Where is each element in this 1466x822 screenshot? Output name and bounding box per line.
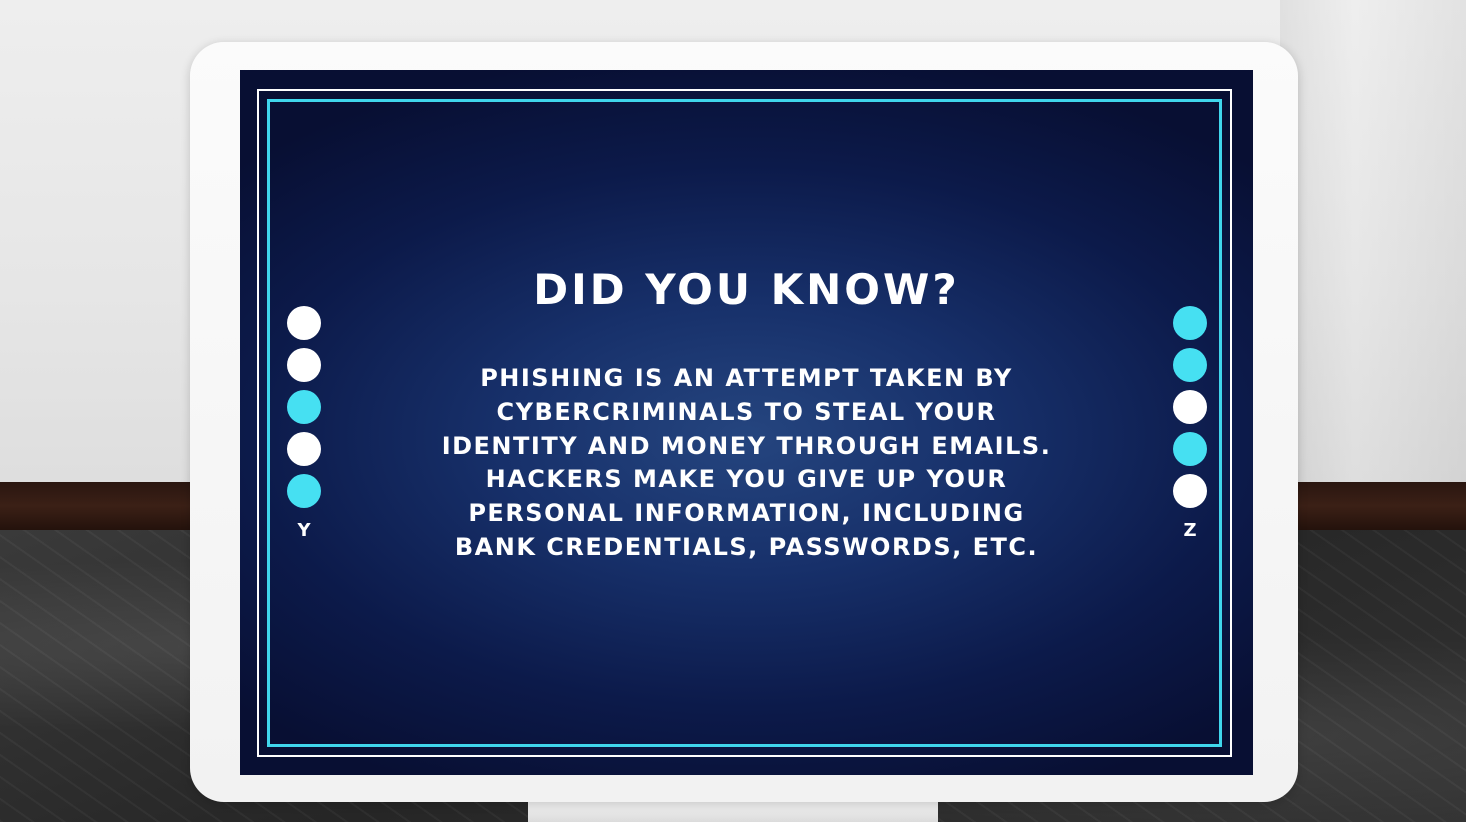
fact-line: IDENTITY AND MONEY THROUGH EMAILS. xyxy=(441,431,1052,460)
fact-line: BANK CREDENTIALS, PASSWORDS, ETC. xyxy=(454,532,1039,561)
cyan-indicator-dot xyxy=(1173,306,1207,340)
fact-line: CYBERCRIMINALS TO STEAL YOUR xyxy=(496,397,997,426)
white-indicator-dot xyxy=(287,348,321,382)
white-indicator-dot xyxy=(287,306,321,340)
fact-line: PERSONAL INFORMATION, INCLUDING xyxy=(468,499,1025,528)
cyan-indicator-dot xyxy=(287,474,321,508)
cyan-indicator-dot xyxy=(287,390,321,424)
right-indicator-label: Z xyxy=(1183,520,1197,541)
right-indicator-dots xyxy=(1173,306,1207,516)
white-indicator-dot xyxy=(287,432,321,466)
fact-line: PHISHING IS AN ATTEMPT TAKEN BY xyxy=(480,364,1013,392)
monitor-screen: DID YOU KNOW? PHISHING IS AN ATTEMPT TAK… xyxy=(240,70,1253,775)
did-you-know-title: DID YOU KNOW? xyxy=(533,265,960,314)
wall-corner-shadow xyxy=(1280,0,1466,482)
white-indicator-dot xyxy=(1173,390,1207,424)
cyan-indicator-dot xyxy=(1173,348,1207,382)
white-indicator-dot xyxy=(1173,474,1207,508)
left-indicator-dots xyxy=(287,306,321,516)
fact-text: PHISHING IS AN ATTEMPT TAKEN BY CYBERCRI… xyxy=(360,362,1133,565)
left-indicator-label: Y xyxy=(297,520,311,541)
cyan-indicator-dot xyxy=(1173,432,1207,466)
monitor-stand xyxy=(528,800,938,822)
fact-line: HACKERS MAKE YOU GIVE UP YOUR xyxy=(485,465,1008,494)
